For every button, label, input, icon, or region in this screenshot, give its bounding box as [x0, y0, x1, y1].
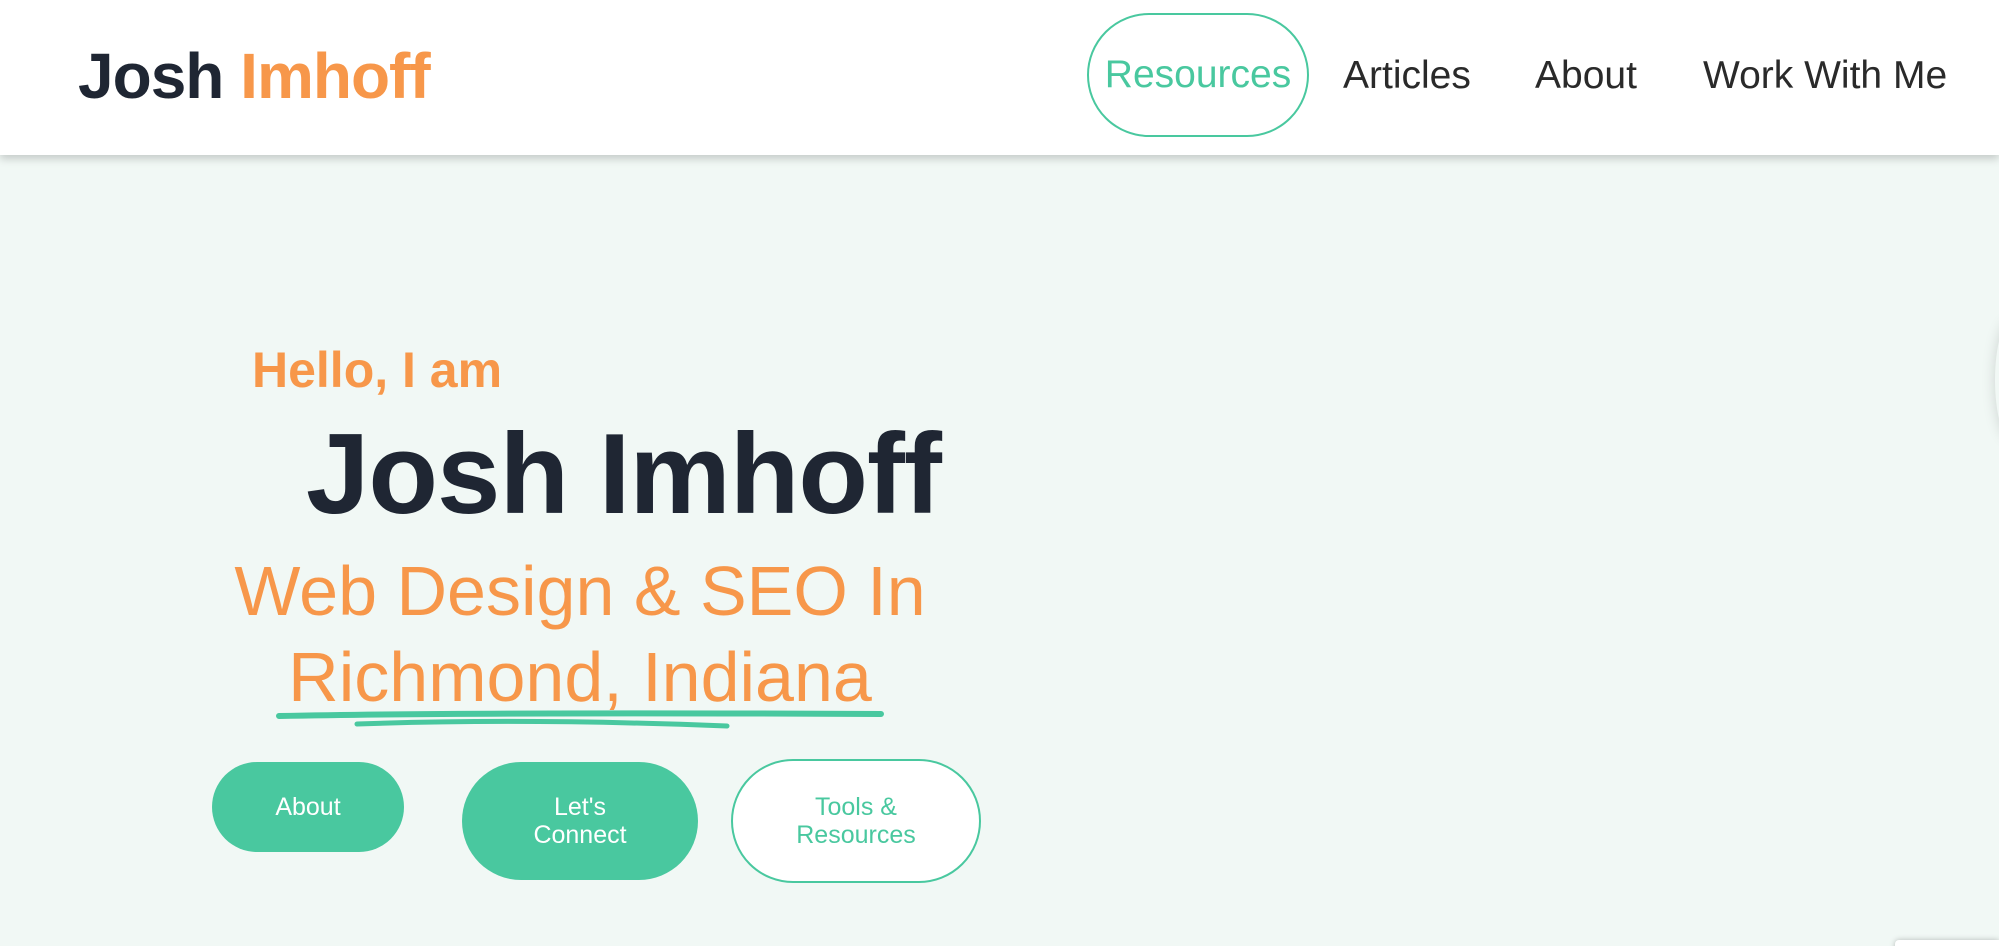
connect-label-line-1: Let's — [553, 793, 607, 821]
about-button-label: About — [275, 793, 341, 821]
lets-connect-button-label: Let's Connect — [533, 793, 626, 849]
lets-connect-button[interactable]: Let's Connect — [462, 762, 698, 880]
tools-label-line-1: Tools & — [815, 793, 897, 821]
nav-about[interactable]: About — [1535, 53, 1637, 99]
tools-resources-button-label: Tools & Resources — [796, 793, 916, 849]
hero-greeting: Hello, I am — [252, 342, 503, 398]
connect-label-line-2: Connect — [533, 821, 627, 849]
brush-underline-decoration — [276, 710, 884, 729]
offscreen-panel-edge — [1995, 320, 1999, 440]
hero-name: Josh Imhoff — [306, 411, 942, 538]
about-button[interactable]: About — [212, 762, 404, 852]
site-header: Josh Imhoff Resources Articles About Wor… — [0, 0, 1999, 155]
nav-articles[interactable]: Articles — [1343, 53, 1471, 99]
corner-widget[interactable] — [1895, 940, 1999, 946]
logo-last-name: Imhoff — [240, 40, 430, 112]
tools-resources-button[interactable]: Tools & Resources — [731, 759, 981, 883]
tagline-line-1: Web Design & SEO In — [234, 552, 926, 630]
page: Josh Imhoff Resources Articles About Wor… — [0, 0, 1999, 946]
hero-tagline: Web Design & SEO In Richmond, Indiana — [200, 548, 960, 720]
tools-label-line-2: Resources — [796, 821, 916, 849]
logo-first-name: Josh — [78, 40, 224, 112]
nav-resources[interactable]: Resources — [1087, 13, 1309, 137]
site-logo[interactable]: Josh Imhoff — [78, 38, 431, 114]
nav-work-with-me[interactable]: Work With Me — [1703, 53, 1947, 99]
